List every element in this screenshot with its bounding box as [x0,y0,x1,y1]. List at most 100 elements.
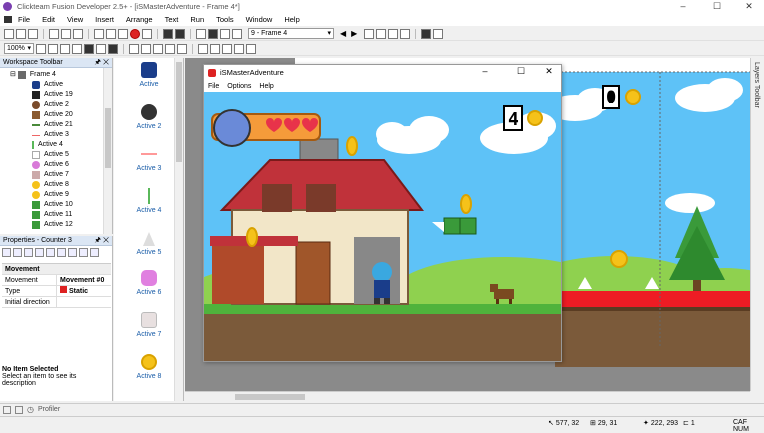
tab-runtime-icon[interactable] [46,248,55,257]
object-list-scrollbar[interactable] [174,58,183,401]
zoom-out-icon[interactable] [48,43,58,54]
game-close-button[interactable]: ✕ [538,66,560,77]
tree-item[interactable]: Active 19 [0,90,103,100]
zoom-select[interactable]: 100% ▾ [4,43,34,54]
tab-values-icon[interactable] [57,248,66,257]
frame-editor-icon[interactable] [175,28,185,39]
redo-icon[interactable] [106,28,116,39]
object-item[interactable]: Active 6 [120,270,178,296]
snap-icon[interactable] [60,43,70,54]
tab-events-icon[interactable] [68,248,77,257]
object-item[interactable]: Active 4 [120,188,178,214]
game-menu-options[interactable]: Options [227,83,251,90]
menu-run[interactable]: Run [184,15,210,24]
tab-extra-icon[interactable] [90,248,99,257]
undo-icon[interactable] [94,28,104,39]
menu-view[interactable]: View [61,15,89,24]
tree-item[interactable]: Active 5 [0,150,103,160]
tree-item[interactable]: Active 20 [0,110,103,120]
tree-item[interactable]: Active 8 [0,180,103,190]
event-list-icon[interactable] [208,28,218,39]
maximize-button[interactable]: ☐ [702,0,732,13]
tree-item[interactable]: Active 10 [0,200,103,210]
menu-window[interactable]: Window [240,15,279,24]
tree-root-frame[interactable]: ⊟ Frame 4 [0,70,103,80]
tab-about-icon[interactable] [79,248,88,257]
tree-item[interactable]: Active 2 [0,100,103,110]
shape-icon[interactable] [141,43,151,54]
property-row[interactable]: Initial direction [2,297,111,308]
layer-options-icon[interactable] [400,28,411,39]
system-menu-icon[interactable] [4,16,12,23]
object-item[interactable]: Active 5 [120,230,178,256]
event-editor-icon[interactable] [196,28,206,39]
tree-item[interactable]: Active 7 [0,170,103,180]
tab-settings-icon[interactable] [3,405,11,414]
menu-file[interactable]: File [12,15,36,24]
prev-frame-icon[interactable]: ◀ [340,29,346,38]
library-icon[interactable] [118,28,128,39]
tree-item[interactable]: Active 12 [0,220,103,230]
color-icon[interactable] [421,28,432,39]
view-toggle-icon[interactable] [84,43,94,54]
menu-tools[interactable]: Tools [210,15,240,24]
clock-icon[interactable]: ◷ [27,405,34,414]
new-icon[interactable] [4,28,14,39]
view-toggle2-icon[interactable] [96,43,106,54]
object-item[interactable]: Active 7 [120,312,178,338]
data-elements-icon[interactable] [220,28,230,39]
minimize-button[interactable]: – [668,0,698,13]
layer-up-icon[interactable] [376,28,387,39]
tree-item[interactable]: Active 6 [0,160,103,170]
layers-toolbar[interactable]: Layers Toolbar [750,58,764,391]
tree-item[interactable]: Active 11 [0,210,103,220]
cut-icon[interactable] [49,28,59,39]
frame-props-icon[interactable] [433,28,444,39]
pointer-icon[interactable] [129,43,139,54]
tree-item[interactable]: Active 9 [0,190,103,200]
tab-objects-icon[interactable] [15,405,23,414]
storyboard-icon[interactable] [163,28,173,39]
copy-icon[interactable] [61,28,71,39]
game-maximize-button[interactable]: ☐ [510,66,532,77]
tab-size-icon[interactable] [24,248,33,257]
layer-down-icon[interactable] [388,28,399,39]
game-menu-file[interactable]: File [208,83,219,90]
tree-item[interactable]: Active 4 [0,140,103,150]
save-icon[interactable] [28,28,38,39]
align-center-icon[interactable] [210,43,220,54]
layer-icon[interactable] [364,28,375,39]
align-right-icon[interactable] [222,43,232,54]
tree-item[interactable]: Active 21 [0,120,103,130]
tree-item[interactable]: Active 3 [0,130,103,140]
tab-profiler[interactable]: Profiler [38,406,60,413]
menu-help[interactable]: Help [278,15,305,24]
open-icon[interactable] [16,28,26,39]
view-toggle3-icon[interactable] [108,43,118,54]
frame-select[interactable]: 9 - Frame 4 ▾ [248,28,334,39]
stop-icon[interactable] [142,28,152,39]
menu-arrange[interactable]: Arrange [120,15,159,24]
object-item[interactable]: Active 3 [120,146,178,172]
property-row[interactable]: Type Static [2,286,111,297]
game-preview-window[interactable]: iSMasterAdventure – ☐ ✕ File Options Hel… [203,64,562,362]
align-left-icon[interactable] [198,43,208,54]
menu-edit[interactable]: Edit [36,15,61,24]
game-minimize-button[interactable]: – [474,66,496,76]
object-item[interactable]: Active 8 [120,354,178,380]
tab-movement-icon[interactable] [35,248,44,257]
show-grid-icon[interactable] [72,43,82,54]
menu-insert[interactable]: Insert [89,15,120,24]
canvas-horizontal-scrollbar[interactable] [185,391,750,401]
close-button[interactable]: ✕ [734,0,764,13]
record-icon[interactable] [130,28,140,39]
fit-icon[interactable] [246,43,256,54]
fill-icon[interactable] [165,43,175,54]
tab-display-icon[interactable] [13,248,22,257]
tab-settings-icon[interactable] [2,248,11,257]
zoom-in-icon[interactable] [36,43,46,54]
next-frame-icon[interactable]: ▶ [351,29,357,38]
brush-icon[interactable] [153,43,163,54]
distribute-icon[interactable] [234,43,244,54]
object-item[interactable]: Active [120,62,178,88]
